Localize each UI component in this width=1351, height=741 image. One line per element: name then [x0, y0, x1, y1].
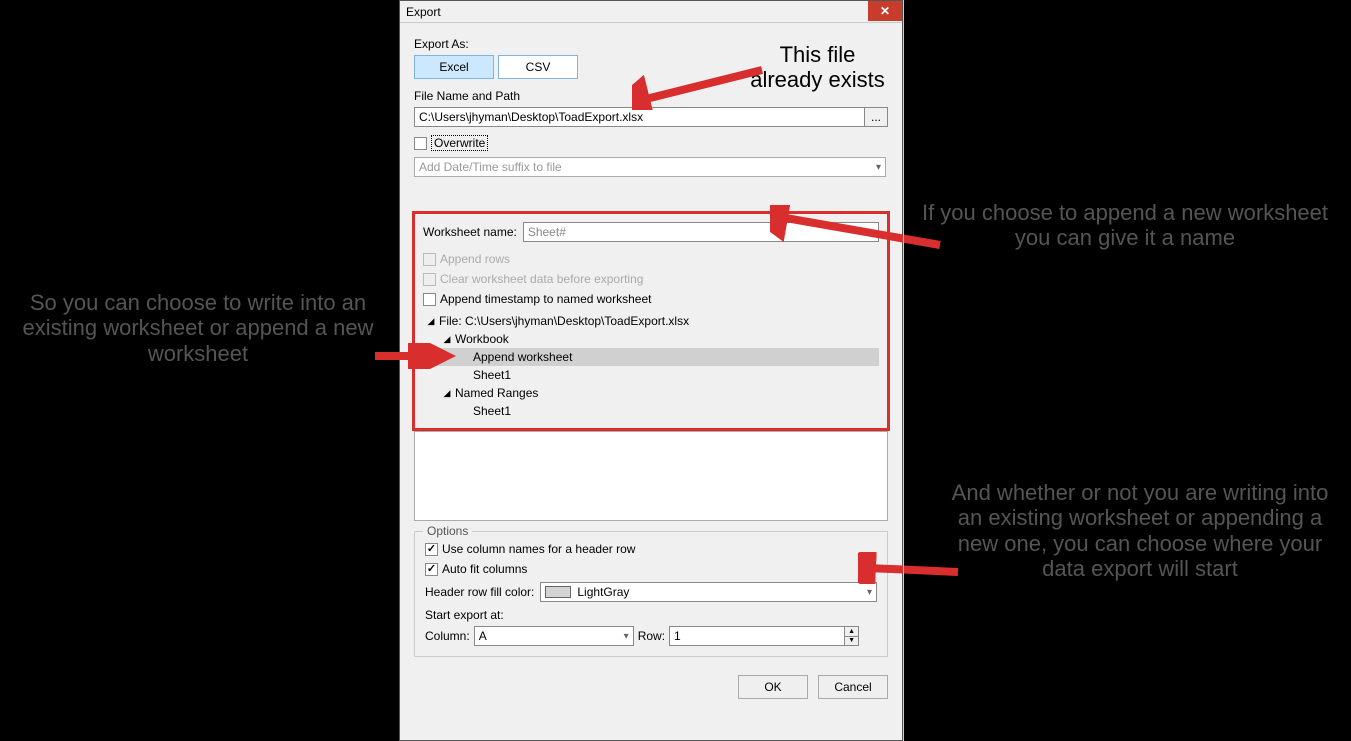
options-group: Options Use column names for a header ro…	[414, 531, 888, 657]
append-ts-label: Append timestamp to named worksheet	[440, 292, 651, 306]
start-controls: Column: A Row: 1 ▲ ▼	[425, 626, 877, 646]
use-col-names-label: Use column names for a header row	[442, 542, 635, 556]
dialog-content: Export As: Excel CSV File Name and Path …	[400, 23, 902, 665]
close-icon: ✕	[880, 4, 890, 18]
tree-file-label: File: C:\Users\jhyman\Desktop\ToadExport…	[437, 314, 689, 328]
export-dialog: Export ✕ Export As: Excel CSV File Name …	[399, 0, 903, 741]
tree-sheet1-label: Sheet1	[459, 368, 511, 382]
fill-color-label: Header row fill color:	[425, 585, 534, 599]
overwrite-row: Overwrite	[414, 135, 888, 151]
tree-append-worksheet[interactable]: Append worksheet	[423, 348, 879, 366]
spin-down-button[interactable]: ▼	[844, 636, 858, 646]
suffix-placeholder: Add Date/Time suffix to file	[419, 160, 562, 174]
append-rows-checkbox	[423, 253, 436, 266]
tree-named-ranges[interactable]: ◢ Named Ranges	[423, 384, 879, 402]
clear-data-label: Clear worksheet data before exporting	[440, 272, 643, 286]
column-dropdown[interactable]: A	[474, 626, 634, 646]
worksheet-name-input[interactable]	[523, 222, 879, 242]
row-value: 1	[674, 629, 681, 643]
suffix-dropdown[interactable]: Add Date/Time suffix to file	[414, 157, 886, 177]
overwrite-checkbox[interactable]	[414, 137, 427, 150]
file-tree: ◢ File: C:\Users\jhyman\Desktop\ToadExpo…	[423, 312, 879, 420]
file-path-row: ...	[414, 107, 888, 127]
append-rows-label: Append rows	[440, 252, 510, 266]
row-spinner[interactable]: 1 ▲ ▼	[669, 626, 859, 646]
close-button[interactable]: ✕	[868, 1, 902, 21]
spinner-buttons: ▲ ▼	[844, 627, 858, 645]
column-value: A	[479, 629, 487, 643]
color-swatch-icon	[545, 586, 571, 598]
worksheet-panel: Worksheet name: Append rows Clear worksh…	[412, 211, 890, 431]
file-path-input[interactable]	[414, 107, 865, 127]
annotation-file-exists: This file already exists	[750, 42, 885, 93]
tree-arrow-icon[interactable]: ◢	[441, 388, 453, 399]
column-label: Column:	[425, 629, 470, 643]
auto-fit-checkbox[interactable]	[425, 563, 438, 576]
options-legend: Options	[423, 524, 472, 538]
worksheet-name-label: Worksheet name:	[423, 225, 517, 239]
tab-csv[interactable]: CSV	[498, 55, 578, 79]
overwrite-label: Overwrite	[431, 135, 488, 151]
use-col-names-checkbox[interactable]	[425, 543, 438, 556]
titlebar: Export ✕	[400, 1, 902, 23]
lower-whitespace-panel	[414, 431, 888, 521]
fill-color-dropdown[interactable]: LightGray	[540, 582, 877, 602]
annotation-choose-write: So you can choose to write into an exist…	[8, 290, 388, 366]
tab-excel[interactable]: Excel	[414, 55, 494, 79]
annotation-name-worksheet: If you choose to append a new worksheet …	[920, 200, 1330, 251]
row-label: Row:	[638, 629, 665, 643]
tree-arrow-icon[interactable]: ◢	[441, 334, 453, 345]
tree-arrow-icon[interactable]: ◢	[425, 316, 437, 327]
append-ts-row: Append timestamp to named worksheet	[423, 292, 879, 306]
ok-button[interactable]: OK	[738, 675, 808, 699]
tree-append-ws-label: Append worksheet	[459, 350, 572, 364]
tree-sheet1[interactable]: Sheet1	[423, 366, 879, 384]
auto-fit-label: Auto fit columns	[442, 562, 527, 576]
fill-color-row: Header row fill color: LightGray	[425, 582, 877, 602]
worksheet-name-row: Worksheet name:	[423, 222, 879, 242]
auto-fit-row: Auto fit columns	[425, 562, 877, 576]
tree-file[interactable]: ◢ File: C:\Users\jhyman\Desktop\ToadExpo…	[423, 312, 879, 330]
window-title: Export	[406, 5, 441, 19]
grid-edge	[903, 0, 913, 741]
append-rows-row: Append rows	[423, 252, 879, 266]
cancel-button[interactable]: Cancel	[818, 675, 888, 699]
fill-color-value: LightGray	[577, 585, 629, 599]
tree-workbook[interactable]: ◢ Workbook	[423, 330, 879, 348]
clear-data-row: Clear worksheet data before exporting	[423, 272, 879, 286]
append-ts-checkbox[interactable]	[423, 293, 436, 306]
tree-named-ranges-label: Named Ranges	[453, 386, 538, 400]
start-export-label: Start export at:	[425, 608, 877, 622]
tree-sheet1b-label: Sheet1	[459, 404, 511, 418]
dialog-buttons: OK Cancel	[400, 665, 902, 709]
browse-button[interactable]: ...	[864, 107, 888, 127]
spin-up-button[interactable]: ▲	[844, 627, 858, 636]
tree-workbook-label: Workbook	[453, 332, 509, 346]
clear-data-checkbox	[423, 273, 436, 286]
use-col-names-row: Use column names for a header row	[425, 542, 877, 556]
annotation-start-location: And whether or not you are writing into …	[950, 480, 1330, 581]
tree-sheet1-b[interactable]: Sheet1	[423, 402, 879, 420]
